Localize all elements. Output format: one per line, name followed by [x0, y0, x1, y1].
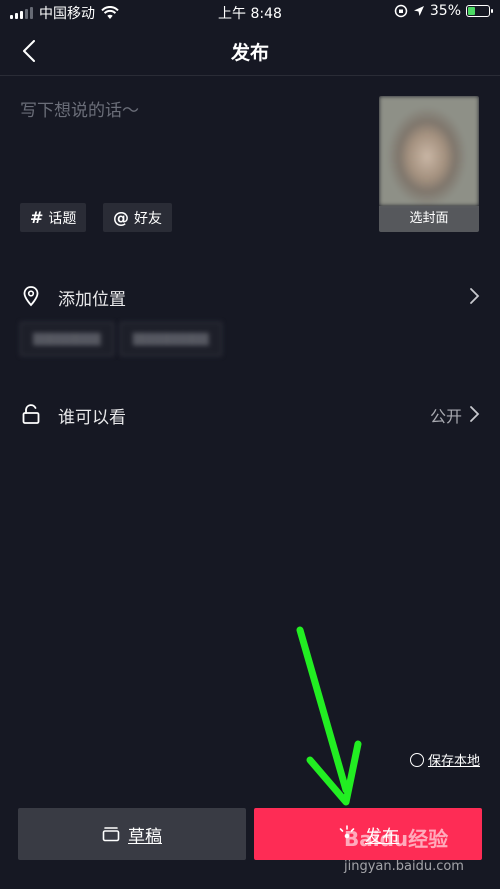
privacy-row[interactable]: 谁可以看 公开 — [0, 395, 500, 435]
select-cover-label: 选封面 — [379, 206, 479, 232]
location-suggestions: ▒▒▒▒▒▒▒▒ ▒▒▒▒▒▒▒▒▒ — [20, 322, 222, 356]
chevron-right-icon — [470, 288, 480, 304]
save-local-label: 保存本地 — [427, 754, 480, 769]
status-bar: 中国移动 上午 8:48 35% — [0, 0, 500, 24]
orientation-lock-icon — [394, 4, 408, 18]
topic-tag-button[interactable]: # 话题 — [20, 203, 87, 232]
cover-thumbnail — [379, 96, 479, 206]
location-pin-icon — [23, 286, 39, 307]
location-suggestion-chip[interactable]: ▒▒▒▒▒▒▒▒▒ — [119, 322, 222, 356]
draft-label: 草稿 — [128, 826, 162, 847]
add-location-label: 添加位置 — [58, 290, 126, 310]
save-local-toggle[interactable]: 保存本地 — [409, 750, 480, 769]
friend-tag-button[interactable]: @ 好友 — [103, 203, 172, 232]
caption-input[interactable] — [20, 96, 350, 186]
svg-text:jingyan.baidu.com: jingyan.baidu.com — [343, 859, 464, 874]
publish-button[interactable]: 发布 — [254, 808, 482, 860]
status-right: 35% — [394, 3, 493, 19]
location-suggestion-chip[interactable]: ▒▒▒▒▒▒▒▒ — [20, 322, 114, 356]
draft-button[interactable]: 草稿 — [18, 808, 246, 860]
privacy-value: 公开 — [429, 407, 462, 426]
add-location-row[interactable]: 添加位置 — [0, 277, 500, 317]
topic-tag-label: 话题 — [48, 210, 77, 227]
at-icon: @ — [113, 208, 129, 227]
battery-fill — [468, 7, 475, 15]
location-arrow-icon — [413, 6, 424, 16]
page-title: 发布 — [230, 42, 269, 64]
save-local-radio[interactable] — [409, 752, 424, 767]
publish-sparkle-icon — [339, 825, 355, 839]
draft-box-icon — [102, 827, 120, 842]
annotation-arrow-icon — [296, 626, 362, 806]
cover-selector[interactable]: 选封面 — [379, 96, 479, 232]
battery-percent: 35% — [429, 3, 461, 19]
hashtag-icon: # — [30, 208, 44, 227]
privacy-label: 谁可以看 — [58, 408, 126, 428]
publish-label: 发布 — [365, 826, 399, 847]
nav-bar: 发布 — [0, 24, 500, 76]
battery-icon — [466, 5, 493, 17]
chevron-right-icon — [470, 406, 480, 422]
lock-icon — [22, 404, 40, 424]
friend-tag-label: 好友 — [134, 210, 162, 227]
